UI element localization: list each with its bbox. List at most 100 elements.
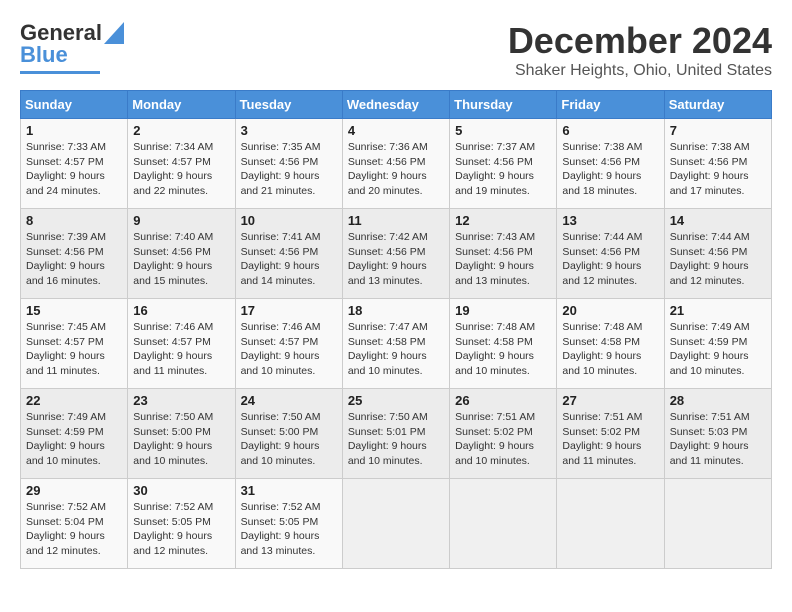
day-number: 24 [241, 393, 337, 408]
calendar-cell: 17 Sunrise: 7:46 AM Sunset: 4:57 PM Dayl… [235, 299, 342, 389]
day-info: Sunrise: 7:50 AM Sunset: 5:00 PM Dayligh… [241, 410, 337, 469]
calendar-cell: 4 Sunrise: 7:36 AM Sunset: 4:56 PM Dayli… [342, 119, 449, 209]
day-number: 29 [26, 483, 122, 498]
day-number: 16 [133, 303, 229, 318]
header-tuesday: Tuesday [235, 91, 342, 119]
calendar-cell: 16 Sunrise: 7:46 AM Sunset: 4:57 PM Dayl… [128, 299, 235, 389]
day-info: Sunrise: 7:51 AM Sunset: 5:03 PM Dayligh… [670, 410, 766, 469]
calendar-cell [342, 479, 449, 569]
day-number: 31 [241, 483, 337, 498]
day-info: Sunrise: 7:38 AM Sunset: 4:56 PM Dayligh… [562, 140, 658, 199]
day-info: Sunrise: 7:44 AM Sunset: 4:56 PM Dayligh… [562, 230, 658, 289]
calendar-cell: 13 Sunrise: 7:44 AM Sunset: 4:56 PM Dayl… [557, 209, 664, 299]
calendar-cell: 9 Sunrise: 7:40 AM Sunset: 4:56 PM Dayli… [128, 209, 235, 299]
title-block: December 2024 Shaker Heights, Ohio, Unit… [508, 20, 772, 80]
calendar-cell: 14 Sunrise: 7:44 AM Sunset: 4:56 PM Dayl… [664, 209, 771, 299]
calendar-cell: 24 Sunrise: 7:50 AM Sunset: 5:00 PM Dayl… [235, 389, 342, 479]
day-number: 14 [670, 213, 766, 228]
day-info: Sunrise: 7:48 AM Sunset: 4:58 PM Dayligh… [562, 320, 658, 379]
day-number: 9 [133, 213, 229, 228]
calendar-week-row: 15 Sunrise: 7:45 AM Sunset: 4:57 PM Dayl… [21, 299, 772, 389]
day-number: 25 [348, 393, 444, 408]
header-sunday: Sunday [21, 91, 128, 119]
day-number: 28 [670, 393, 766, 408]
calendar-cell: 3 Sunrise: 7:35 AM Sunset: 4:56 PM Dayli… [235, 119, 342, 209]
day-info: Sunrise: 7:51 AM Sunset: 5:02 PM Dayligh… [562, 410, 658, 469]
calendar-week-row: 22 Sunrise: 7:49 AM Sunset: 4:59 PM Dayl… [21, 389, 772, 479]
calendar-cell: 2 Sunrise: 7:34 AM Sunset: 4:57 PM Dayli… [128, 119, 235, 209]
day-info: Sunrise: 7:52 AM Sunset: 5:05 PM Dayligh… [133, 500, 229, 559]
calendar-cell: 31 Sunrise: 7:52 AM Sunset: 5:05 PM Dayl… [235, 479, 342, 569]
calendar-cell: 15 Sunrise: 7:45 AM Sunset: 4:57 PM Dayl… [21, 299, 128, 389]
header-wednesday: Wednesday [342, 91, 449, 119]
day-info: Sunrise: 7:36 AM Sunset: 4:56 PM Dayligh… [348, 140, 444, 199]
day-info: Sunrise: 7:52 AM Sunset: 5:04 PM Dayligh… [26, 500, 122, 559]
day-number: 27 [562, 393, 658, 408]
calendar-cell [450, 479, 557, 569]
day-info: Sunrise: 7:35 AM Sunset: 4:56 PM Dayligh… [241, 140, 337, 199]
day-number: 5 [455, 123, 551, 138]
day-info: Sunrise: 7:48 AM Sunset: 4:58 PM Dayligh… [455, 320, 551, 379]
calendar-cell: 22 Sunrise: 7:49 AM Sunset: 4:59 PM Dayl… [21, 389, 128, 479]
calendar-cell: 23 Sunrise: 7:50 AM Sunset: 5:00 PM Dayl… [128, 389, 235, 479]
day-number: 4 [348, 123, 444, 138]
logo-text-blue: Blue [20, 42, 68, 68]
calendar-cell: 1 Sunrise: 7:33 AM Sunset: 4:57 PM Dayli… [21, 119, 128, 209]
calendar-cell: 20 Sunrise: 7:48 AM Sunset: 4:58 PM Dayl… [557, 299, 664, 389]
day-number: 20 [562, 303, 658, 318]
day-info: Sunrise: 7:42 AM Sunset: 4:56 PM Dayligh… [348, 230, 444, 289]
calendar-title: December 2024 [508, 20, 772, 62]
header-saturday: Saturday [664, 91, 771, 119]
logo-underline [20, 71, 100, 74]
day-number: 2 [133, 123, 229, 138]
day-info: Sunrise: 7:52 AM Sunset: 5:05 PM Dayligh… [241, 500, 337, 559]
day-info: Sunrise: 7:46 AM Sunset: 4:57 PM Dayligh… [133, 320, 229, 379]
calendar-week-row: 8 Sunrise: 7:39 AM Sunset: 4:56 PM Dayli… [21, 209, 772, 299]
header-friday: Friday [557, 91, 664, 119]
calendar-subtitle: Shaker Heights, Ohio, United States [508, 62, 772, 80]
calendar-cell: 18 Sunrise: 7:47 AM Sunset: 4:58 PM Dayl… [342, 299, 449, 389]
day-number: 23 [133, 393, 229, 408]
day-number: 21 [670, 303, 766, 318]
calendar-cell: 12 Sunrise: 7:43 AM Sunset: 4:56 PM Dayl… [450, 209, 557, 299]
calendar-cell [557, 479, 664, 569]
calendar-cell: 19 Sunrise: 7:48 AM Sunset: 4:58 PM Dayl… [450, 299, 557, 389]
day-info: Sunrise: 7:41 AM Sunset: 4:56 PM Dayligh… [241, 230, 337, 289]
calendar-cell: 27 Sunrise: 7:51 AM Sunset: 5:02 PM Dayl… [557, 389, 664, 479]
header-thursday: Thursday [450, 91, 557, 119]
day-info: Sunrise: 7:34 AM Sunset: 4:57 PM Dayligh… [133, 140, 229, 199]
day-info: Sunrise: 7:47 AM Sunset: 4:58 PM Dayligh… [348, 320, 444, 379]
day-number: 7 [670, 123, 766, 138]
day-number: 13 [562, 213, 658, 228]
calendar-cell: 10 Sunrise: 7:41 AM Sunset: 4:56 PM Dayl… [235, 209, 342, 299]
page-header: General Blue December 2024 Shaker Height… [20, 20, 772, 80]
day-number: 10 [241, 213, 337, 228]
day-info: Sunrise: 7:49 AM Sunset: 4:59 PM Dayligh… [670, 320, 766, 379]
calendar-cell: 28 Sunrise: 7:51 AM Sunset: 5:03 PM Dayl… [664, 389, 771, 479]
calendar-header-row: Sunday Monday Tuesday Wednesday Thursday… [21, 91, 772, 119]
day-info: Sunrise: 7:39 AM Sunset: 4:56 PM Dayligh… [26, 230, 122, 289]
day-number: 6 [562, 123, 658, 138]
day-info: Sunrise: 7:43 AM Sunset: 4:56 PM Dayligh… [455, 230, 551, 289]
day-number: 18 [348, 303, 444, 318]
calendar-table: Sunday Monday Tuesday Wednesday Thursday… [20, 90, 772, 569]
day-number: 3 [241, 123, 337, 138]
day-info: Sunrise: 7:51 AM Sunset: 5:02 PM Dayligh… [455, 410, 551, 469]
calendar-cell: 11 Sunrise: 7:42 AM Sunset: 4:56 PM Dayl… [342, 209, 449, 299]
calendar-cell: 21 Sunrise: 7:49 AM Sunset: 4:59 PM Dayl… [664, 299, 771, 389]
calendar-week-row: 29 Sunrise: 7:52 AM Sunset: 5:04 PM Dayl… [21, 479, 772, 569]
day-number: 12 [455, 213, 551, 228]
calendar-cell: 30 Sunrise: 7:52 AM Sunset: 5:05 PM Dayl… [128, 479, 235, 569]
calendar-cell: 25 Sunrise: 7:50 AM Sunset: 5:01 PM Dayl… [342, 389, 449, 479]
day-info: Sunrise: 7:49 AM Sunset: 4:59 PM Dayligh… [26, 410, 122, 469]
day-number: 8 [26, 213, 122, 228]
day-number: 19 [455, 303, 551, 318]
calendar-cell: 29 Sunrise: 7:52 AM Sunset: 5:04 PM Dayl… [21, 479, 128, 569]
day-info: Sunrise: 7:37 AM Sunset: 4:56 PM Dayligh… [455, 140, 551, 199]
day-info: Sunrise: 7:45 AM Sunset: 4:57 PM Dayligh… [26, 320, 122, 379]
calendar-cell: 26 Sunrise: 7:51 AM Sunset: 5:02 PM Dayl… [450, 389, 557, 479]
calendar-cell: 5 Sunrise: 7:37 AM Sunset: 4:56 PM Dayli… [450, 119, 557, 209]
logo: General Blue [20, 20, 124, 74]
day-number: 30 [133, 483, 229, 498]
calendar-cell [664, 479, 771, 569]
